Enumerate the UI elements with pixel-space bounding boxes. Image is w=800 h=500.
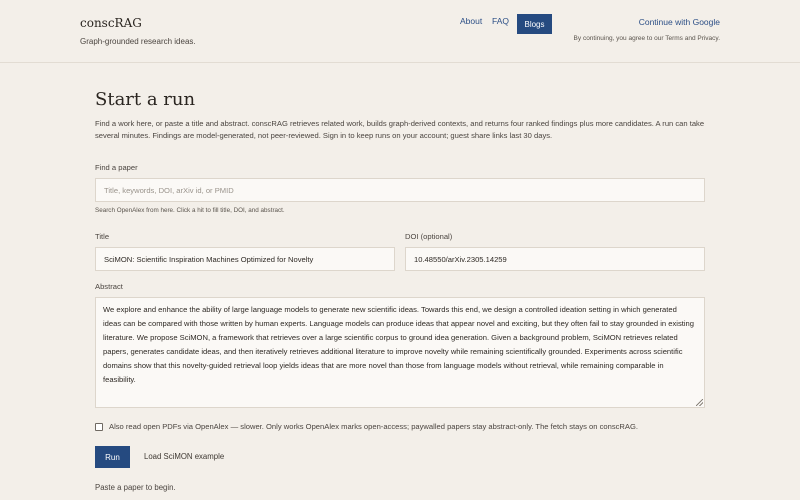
site-header: conscRAG Graph-grounded research ideas. … [0,0,800,63]
run-button[interactable]: Run [95,446,130,468]
doi-input[interactable] [405,247,705,271]
terms-notice: By continuing, you agree to our Terms an… [573,35,720,42]
title-input[interactable] [95,247,395,271]
intro-text: Find a work here, or paste a title and a… [95,119,705,140]
nav-faq-link[interactable]: FAQ [492,16,509,26]
resize-handle-icon[interactable] [696,399,703,406]
find-paper-help: Search OpenAlex from here. Click a hit t… [95,207,285,214]
run-form: Start a run Find a work here, or paste a… [95,89,705,492]
continue-with-google-link[interactable]: Continue with Google [639,17,720,27]
status-message: Paste a paper to begin. [95,483,176,492]
nav-about-link[interactable]: About [460,16,482,26]
open-pdf-option[interactable]: Also read open PDFs via OpenAlex — slowe… [95,422,638,431]
find-paper-label: Find a paper [95,163,138,172]
page-title: Start a run [95,89,196,110]
abstract-textarea[interactable]: We explore and enhance the ability of la… [95,297,705,408]
brand-logo[interactable]: conscRAG [80,16,142,30]
abstract-label: Abstract [95,282,123,291]
nav-blogs-button[interactable]: Blogs [517,14,552,34]
title-label: Title [95,232,110,241]
find-paper-input[interactable] [95,178,705,202]
open-pdf-checkbox[interactable] [95,422,103,431]
open-pdf-label: Also read open PDFs via OpenAlex — slowe… [109,422,638,431]
load-example-button[interactable]: Load SciMON example [144,452,224,461]
tagline: Graph-grounded research ideas. [80,37,196,46]
doi-label: DOI (optional) [405,232,453,241]
